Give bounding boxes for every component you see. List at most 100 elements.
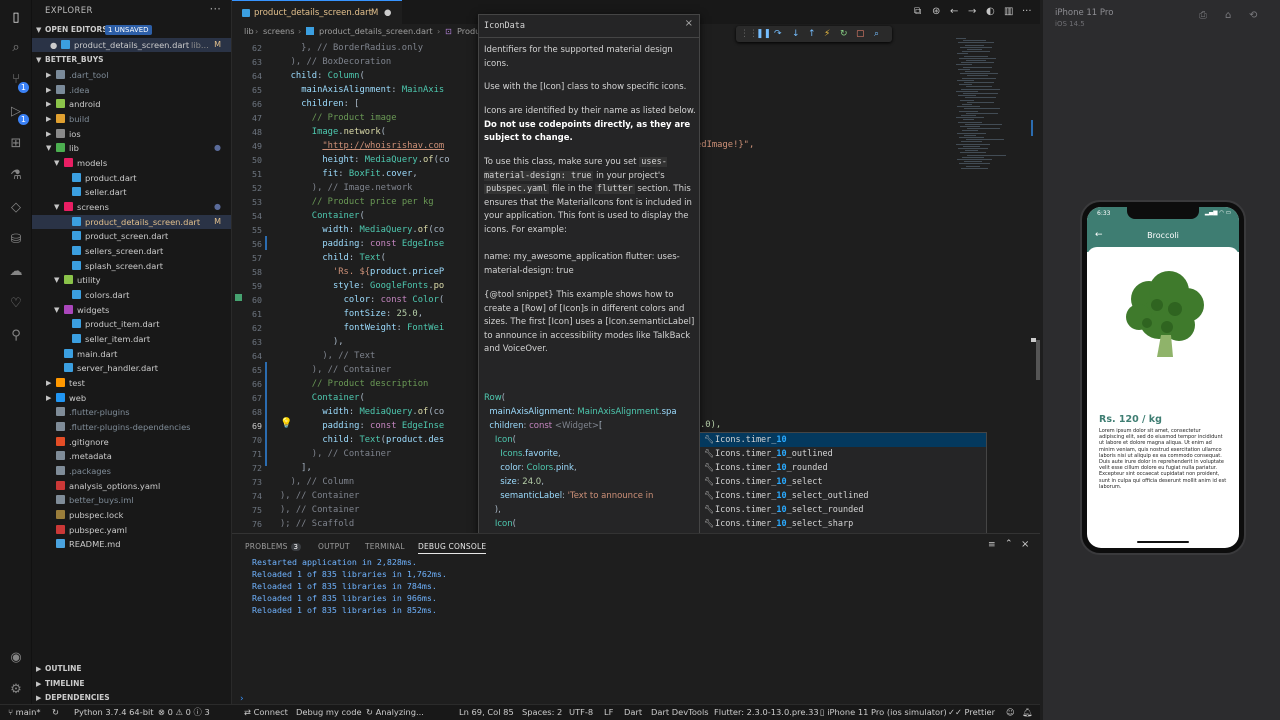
- sync-icon[interactable]: ↻: [52, 705, 59, 720]
- suggestion-item[interactable]: 🔧︎ Icons.timer_10_select_sharp: [700, 517, 986, 531]
- tree-item[interactable]: ▼ widgets: [32, 303, 231, 317]
- stop-icon[interactable]: ▢: [856, 28, 865, 40]
- tree-item[interactable]: .packages: [32, 464, 231, 478]
- tree-item[interactable]: .gitignore: [32, 435, 231, 449]
- rotate-icon[interactable]: ⟲: [1249, 10, 1257, 21]
- account-icon[interactable]: ◉: [8, 650, 24, 666]
- go-forward-icon[interactable]: →: [968, 6, 976, 17]
- connect-status[interactable]: ⇄ Connect: [244, 705, 288, 720]
- git-graph-icon[interactable]: ⚲: [8, 328, 24, 344]
- timeline-section[interactable]: ▶ TIMELINE: [32, 677, 231, 691]
- tree-item[interactable]: splash_screen.dart: [32, 259, 231, 273]
- flutter-version[interactable]: Flutter: 2.3.0-13.0.pre.33: [714, 705, 819, 720]
- suggestion-item[interactable]: 🔧︎ Icons.timer_10_select: [700, 475, 986, 489]
- files-icon[interactable]: ▯: [8, 10, 24, 26]
- tree-item[interactable]: ▶ test: [32, 376, 231, 390]
- tree-item[interactable]: ▼ screens ●: [32, 200, 231, 214]
- home-indicator[interactable]: [1137, 541, 1189, 543]
- tree-item[interactable]: ▼ models: [32, 156, 231, 170]
- chevron-up-icon[interactable]: ⌃: [1005, 539, 1013, 549]
- broadcast-icon[interactable]: ⊛: [932, 6, 940, 17]
- tree-item[interactable]: ▶ build: [32, 112, 231, 126]
- tree-item[interactable]: server_handler.dart: [32, 361, 231, 375]
- tree-item[interactable]: main.dart: [32, 347, 231, 361]
- python-interpreter[interactable]: Python 3.7.4 64-bit: [74, 705, 154, 720]
- notifications-icon[interactable]: 🔔︎: [1022, 705, 1033, 720]
- suggestion-item[interactable]: 🔧︎ Icons.timer_10_rounded: [700, 461, 986, 475]
- tree-item[interactable]: ▶ .dart_tool: [32, 68, 231, 82]
- open-editor-item[interactable]: ● product_details_screen.dart lib... M: [32, 38, 231, 52]
- tree-item[interactable]: README.md: [32, 537, 231, 551]
- home-icon[interactable]: ⌂: [1225, 10, 1231, 21]
- extensions-icon[interactable]: ⊞: [8, 136, 24, 152]
- tree-item[interactable]: product.dart: [32, 171, 231, 185]
- go-back-icon[interactable]: ←: [950, 6, 958, 17]
- tree-item[interactable]: product_item.dart: [32, 317, 231, 331]
- tree-item[interactable]: pubspec.lock: [32, 508, 231, 522]
- suggestion-item[interactable]: 🔧︎ Icons.timer_10_select_outlined: [700, 489, 986, 503]
- tree-item[interactable]: ▶ web: [32, 391, 231, 405]
- vertical-scrollbar[interactable]: [1036, 340, 1040, 380]
- run-debug-icon[interactable]: ▷ 1: [8, 104, 29, 125]
- heart-icon[interactable]: ♡: [8, 296, 24, 312]
- search-icon[interactable]: ⌕: [8, 40, 24, 56]
- project-header[interactable]: ▼ BETTER_BUYS: [32, 53, 231, 67]
- gear-icon[interactable]: ⚙: [8, 682, 24, 698]
- tab-debug-console[interactable]: DEBUG CONSOLE: [418, 542, 487, 554]
- suggestion-item[interactable]: 🔧︎ Icons.timer_10_outlined: [700, 447, 986, 461]
- more-actions-icon[interactable]: ···: [210, 2, 221, 16]
- close-icon[interactable]: ×: [685, 18, 693, 29]
- tree-item[interactable]: product_details_screen.dart M: [32, 214, 231, 229]
- tab-terminal[interactable]: TERMINAL: [365, 542, 405, 551]
- split-editor-icon[interactable]: ▥: [1004, 6, 1013, 17]
- testing-icon[interactable]: ⚗: [8, 168, 24, 184]
- tree-item[interactable]: pubspec.yaml: [32, 523, 231, 537]
- pause-icon[interactable]: ❚❚: [756, 28, 771, 40]
- step-out-icon[interactable]: ↑: [808, 28, 816, 40]
- tree-item[interactable]: ▼ utility: [32, 273, 231, 287]
- tree-item[interactable]: better_buys.iml: [32, 493, 231, 507]
- tree-item[interactable]: ▶ .idea: [32, 83, 231, 97]
- breadcrumb-screens[interactable]: screens: [263, 24, 294, 38]
- language-mode[interactable]: Dart: [624, 705, 642, 720]
- open-editors-header[interactable]: ▼ OPEN EDITORS 1 UNSAVED: [32, 23, 231, 37]
- tree-item[interactable]: .flutter-plugins: [32, 405, 231, 419]
- suggestion-item[interactable]: 🔧︎ Icons.timer_10_select_rounded: [700, 503, 986, 517]
- tree-item[interactable]: ▶ android: [32, 97, 231, 111]
- debug-mode-status[interactable]: Debug my code: [296, 705, 362, 720]
- tab-problems[interactable]: PROBLEMS 3: [245, 542, 302, 551]
- branch-status[interactable]: ⑂ main*: [8, 705, 41, 720]
- tab-output[interactable]: OUTPUT: [318, 542, 350, 551]
- inspect-icon[interactable]: ⌕: [874, 28, 879, 40]
- console-prompt-icon[interactable]: ›: [240, 694, 244, 704]
- lightbulb-icon[interactable]: 💡: [280, 418, 292, 429]
- outline-section[interactable]: ▶ OUTLINE: [32, 662, 231, 676]
- tree-item[interactable]: .metadata: [32, 449, 231, 463]
- indentation-status[interactable]: Spaces: 2: [522, 705, 562, 720]
- tree-item[interactable]: analysis_options.yaml: [32, 479, 231, 493]
- list-icon[interactable]: ≡: [988, 540, 996, 550]
- restart-icon[interactable]: ↻: [840, 28, 848, 40]
- encoding-status[interactable]: UTF-8: [569, 705, 593, 720]
- eol-status[interactable]: LF: [604, 705, 613, 720]
- tree-item[interactable]: seller.dart: [32, 185, 231, 199]
- compare-icon[interactable]: ⧉: [914, 6, 921, 17]
- suggestion-item[interactable]: 🔧︎ Icons.timer_10: [700, 433, 986, 447]
- source-control-icon[interactable]: ⑂ 1: [8, 72, 29, 93]
- feedback-icon[interactable]: ☺: [1006, 705, 1015, 720]
- problems-status[interactable]: ⊗ 0 ⚠ 0 ⓘ 3: [158, 705, 210, 720]
- docker-icon[interactable]: ☁: [8, 264, 24, 280]
- dart-devtools[interactable]: Dart DevTools: [651, 705, 709, 720]
- cursor-position[interactable]: Ln 69, Col 85: [459, 705, 514, 720]
- tree-item[interactable]: .flutter-plugins-dependencies: [32, 420, 231, 434]
- hot-reload-icon[interactable]: ⚡: [824, 28, 830, 40]
- remote-icon[interactable]: ◇: [8, 200, 24, 216]
- tree-item[interactable]: ▶ ios: [32, 127, 231, 141]
- tab-product-details-screen[interactable]: product_details_screen.dart M ●: [232, 0, 402, 24]
- more-actions-icon[interactable]: ···: [1022, 6, 1032, 17]
- step-over-icon[interactable]: ↷: [774, 28, 782, 40]
- tree-item[interactable]: seller_item.dart: [32, 332, 231, 346]
- dependencies-section[interactable]: ▶ DEPENDENCIES: [32, 691, 231, 705]
- close-icon[interactable]: ×: [1021, 539, 1029, 550]
- tree-item[interactable]: ▼ lib ●: [32, 141, 231, 155]
